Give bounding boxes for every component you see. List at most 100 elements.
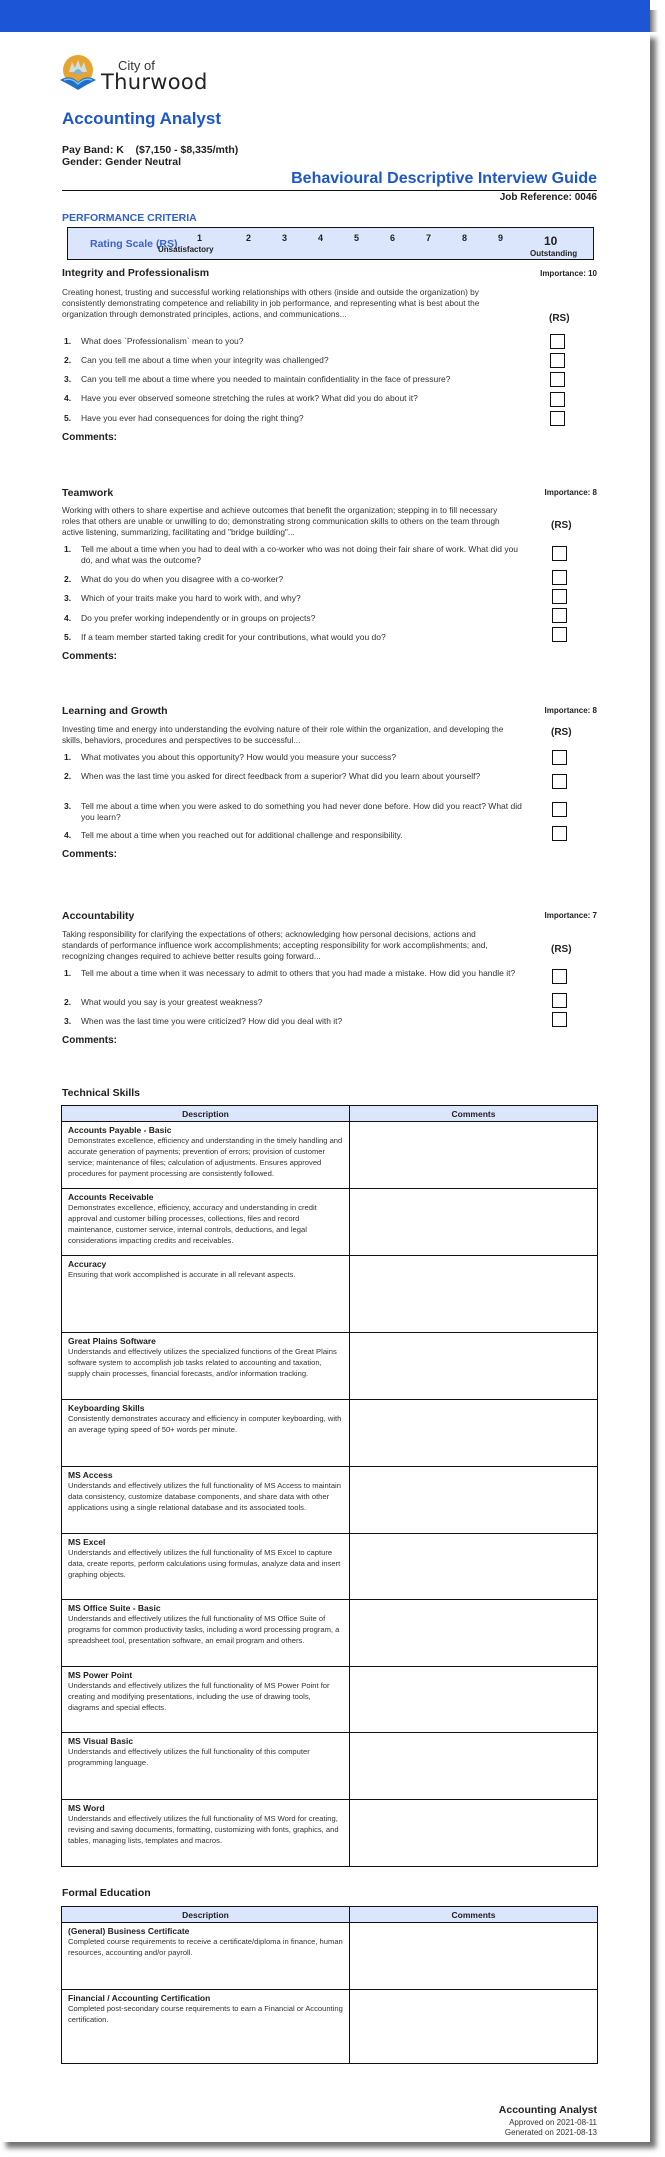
rating-checkbox[interactable] (550, 334, 565, 349)
question: What does `Professionalism` mean to you? (81, 336, 244, 346)
question: Have you ever observed someone stretchin… (81, 393, 418, 403)
rs-label: (RS) (551, 727, 572, 738)
question: What would you say is your greatest weak… (81, 997, 263, 1007)
rating-checkbox[interactable] (552, 993, 567, 1008)
importance: Importance: 8 (544, 488, 597, 497)
rating-value: 5 (354, 233, 360, 243)
table-header-row: Description Comments (61, 1906, 598, 1923)
rating-checkbox[interactable] (550, 411, 565, 426)
table-row: Accuracy Ensuring that work accomplished … (61, 1255, 598, 1333)
question-number: 1. (64, 752, 72, 762)
question-number: 2. (64, 997, 72, 1007)
table-row: (General) Business Certificate Completed … (61, 1922, 598, 1990)
item-description: Understands and effectively utilizes the… (68, 1814, 339, 1845)
rating-checkbox[interactable] (552, 627, 567, 642)
rating-checkbox[interactable] (552, 546, 567, 561)
comment-cell[interactable] (349, 1533, 598, 1600)
rating-checkbox[interactable] (552, 969, 567, 984)
description-cell: MS Power Point Understands and effectivel… (61, 1666, 350, 1733)
technical-skills-table: Description Comments Accounts Payable - … (61, 1105, 598, 1867)
comments-label: Comments: (62, 432, 118, 443)
item-description: Completed course requirements to receive… (68, 1937, 343, 1957)
header-divider (62, 190, 597, 191)
section-description: Creating honest, trusting and successful… (62, 287, 480, 319)
description-cell: MS Excel Understands and effectively util… (61, 1533, 350, 1600)
item-description: Understands and effectively utilizes the… (68, 1681, 330, 1712)
rating-checkbox[interactable] (550, 353, 565, 368)
description-cell: Great Plains Software Understands and eff… (61, 1332, 350, 1400)
question: Do you prefer working independently or i… (81, 613, 316, 623)
comment-cell[interactable] (349, 1121, 598, 1189)
comment-cell[interactable] (349, 1599, 598, 1667)
city-logo-icon (58, 52, 98, 92)
rating-checkbox[interactable] (552, 750, 567, 765)
formal-education-table: Description Comments (General) Business … (61, 1906, 598, 2064)
comment-cell[interactable] (349, 1332, 598, 1400)
rating-checkbox[interactable] (552, 589, 567, 604)
rating-checkbox[interactable] (552, 608, 567, 623)
gender: Gender: Gender Neutral (62, 156, 182, 168)
section-title: Accountability (62, 910, 135, 922)
item-name: Keyboarding Skills (68, 1403, 145, 1413)
table-row: Accounts Receivable Demonstrates excellen… (61, 1188, 598, 1256)
description-cell: Keyboarding Skills Consistently demonstra… (61, 1399, 350, 1467)
rs-label: (RS) (551, 944, 572, 955)
rating-value: 3 (282, 233, 288, 243)
rating-value: 7 (426, 233, 432, 243)
comments-label: Comments: (62, 651, 118, 662)
technical-skills-title: Technical Skills (62, 1087, 141, 1099)
description-cell: Accounts Receivable Demonstrates excellen… (61, 1188, 350, 1256)
rs-label: (RS) (549, 313, 570, 324)
footer-title: Accounting Analyst (498, 2104, 597, 2116)
question-number: 5. (64, 413, 72, 423)
pay-band: Pay Band: K ($7,150 - $8,335/mth) (62, 144, 238, 156)
question-number: 4. (64, 613, 72, 623)
rating-checkbox[interactable] (552, 802, 567, 817)
rating-checkbox[interactable] (550, 392, 565, 407)
rating-checkbox[interactable] (550, 372, 565, 387)
comment-cell[interactable] (349, 1399, 598, 1467)
description-cell: MS Visual Basic Understands and effective… (61, 1732, 350, 1800)
column-header-comments: Comments (349, 1906, 598, 1923)
section-description: Working with others to share expertise a… (62, 505, 500, 537)
rating-checkbox[interactable] (552, 826, 567, 841)
question-number: 3. (64, 593, 72, 603)
item-description: Consistently demonstrates accuracy and e… (68, 1414, 342, 1434)
rating-checkbox[interactable] (552, 774, 567, 789)
technical-skills-body: Accounts Payable - Basic Demonstrates exc… (61, 1121, 598, 1867)
comment-cell[interactable] (349, 1666, 598, 1733)
description-cell: Financial / Accounting Certification Comp… (61, 1989, 350, 2064)
question-number: 3. (64, 801, 72, 811)
item-name: MS Power Point (68, 1670, 133, 1680)
comment-cell[interactable] (349, 1732, 598, 1800)
rating-checkbox[interactable] (552, 570, 567, 585)
pay-band-value: K (116, 144, 124, 156)
comment-cell[interactable] (349, 1188, 598, 1256)
importance: Importance: 7 (544, 911, 597, 920)
rating-value: 2 (246, 233, 252, 243)
comment-cell[interactable] (349, 1255, 598, 1333)
comment-cell[interactable] (349, 1799, 598, 1867)
item-name: Great Plains Software (68, 1336, 156, 1346)
comment-cell[interactable] (349, 1466, 598, 1534)
section-title: Learning and Growth (62, 705, 168, 717)
item-name: Financial / Accounting Certification (68, 1993, 211, 2003)
table-row: MS Word Understands and effectively utili… (61, 1799, 598, 1867)
job-title: Accounting Analyst (62, 109, 221, 128)
item-description: Ensuring that work accomplished is accur… (68, 1270, 296, 1279)
question: If a team member started taking credit f… (81, 632, 386, 642)
question-number: 3. (64, 1016, 72, 1026)
comment-cell[interactable] (349, 1922, 598, 1990)
rating-checkbox[interactable] (552, 1012, 567, 1027)
pay-range: ($7,150 - $8,335/mth) (135, 144, 239, 156)
section-title: Integrity and Professionalism (62, 267, 210, 279)
table-row: Great Plains Software Understands and eff… (61, 1332, 598, 1400)
section-title: Teamwork (62, 487, 114, 499)
rating-value: 9 (498, 233, 504, 243)
question: When was the last time you were criticiz… (81, 1016, 343, 1026)
formal-education-title: Formal Education (62, 1887, 151, 1899)
table-row: MS Excel Understands and effectively util… (61, 1533, 598, 1600)
question: Which of your traits make you hard to wo… (81, 593, 301, 603)
question: When was the last time you asked for dir… (81, 771, 481, 781)
comment-cell[interactable] (349, 1989, 598, 2064)
